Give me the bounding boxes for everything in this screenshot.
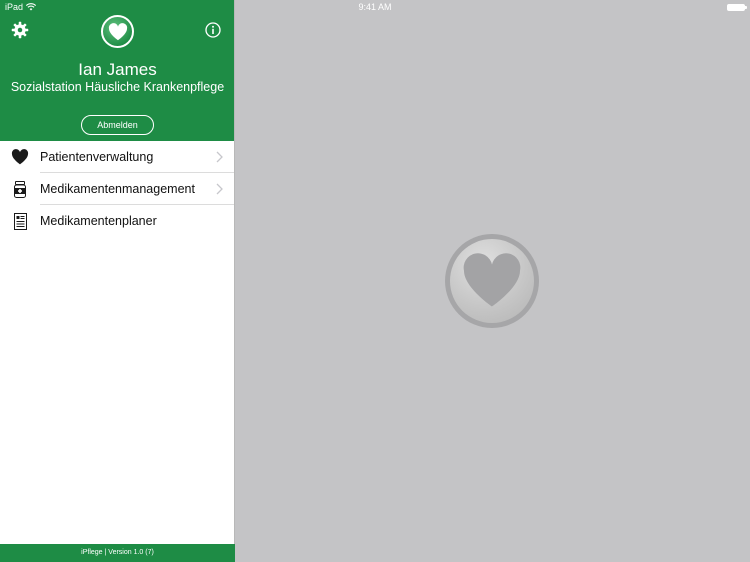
chevron-right-icon <box>216 151 223 163</box>
menu-item-medikamentenmanagement[interactable]: Medikamentenmanagement <box>0 173 234 205</box>
placeholder-logo <box>445 234 539 328</box>
menu-item-label: Medikamentenmanagement <box>40 182 195 196</box>
menu-item-medikamentenplaner[interactable]: Medikamentenplaner <box>0 205 234 237</box>
battery-icon <box>727 4 747 11</box>
version-footer: iPflege | Version 1.0 (7) <box>0 544 235 562</box>
menu-item-patientenverwaltung[interactable]: Patientenverwaltung <box>0 141 234 173</box>
placeholder-logo-inner <box>450 239 534 323</box>
clock: 9:41 AM <box>358 2 392 12</box>
sidebar: Ian James Sozialstation Häusliche Kranke… <box>0 0 235 562</box>
organization-name: Sozialstation Häusliche Krankenpflege <box>10 80 225 94</box>
info-icon[interactable] <box>205 22 221 38</box>
document-icon <box>11 212 29 230</box>
sidebar-header: Ian James Sozialstation Häusliche Kranke… <box>0 0 234 141</box>
logout-button[interactable]: Abmelden <box>81 115 154 135</box>
menu-item-label: Patientenverwaltung <box>40 150 154 164</box>
user-name: Ian James <box>78 60 157 79</box>
menu-list: Patientenverwaltung Medikamentenmanageme… <box>0 141 234 237</box>
menu-item-label: Medikamentenplaner <box>40 214 157 228</box>
chevron-right-icon <box>216 183 223 195</box>
heart-icon <box>108 22 127 40</box>
heart-icon <box>463 253 521 307</box>
gear-icon[interactable] <box>11 21 29 39</box>
medication-bottle-icon <box>11 180 29 198</box>
app-logo <box>101 15 134 48</box>
heart-icon <box>11 148 29 166</box>
status-bar: iPad 9:41 AM <box>0 0 750 14</box>
